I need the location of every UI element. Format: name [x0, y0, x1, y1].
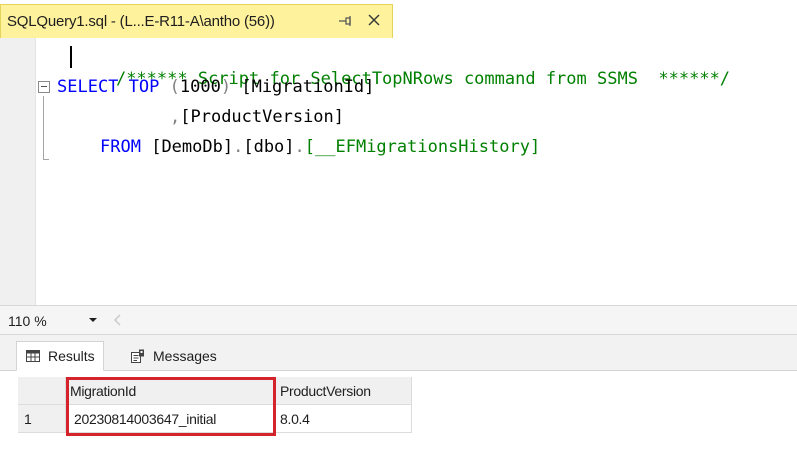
paren-close: )	[220, 77, 232, 97]
column-productversion: [ProductVersion]	[180, 107, 345, 127]
text-caret	[70, 46, 72, 68]
close-icon[interactable]	[365, 11, 383, 29]
horizontal-scrollbar[interactable]	[128, 316, 797, 326]
dot-separator: .	[233, 137, 244, 157]
pin-icon[interactable]	[337, 13, 353, 29]
outline-guide	[43, 96, 44, 160]
top-number: 1000	[179, 77, 221, 97]
cell-migrationid[interactable]: 20230814003647_initial	[66, 405, 276, 433]
grid-corner[interactable]	[18, 377, 66, 405]
scroll-left-icon[interactable]	[113, 314, 123, 326]
comma: ,	[170, 107, 181, 127]
results-panel: Results Messages MigrationId ProductVers…	[0, 335, 797, 467]
keyword-select: SELECT	[57, 77, 119, 97]
column-migrationid: [MigrationId]	[241, 77, 375, 97]
grid-icon	[26, 350, 40, 362]
results-tab-strip: Results Messages	[0, 335, 797, 371]
code-line-column: ,[ProductVersion]	[170, 106, 344, 128]
zoom-level[interactable]: 110 %	[8, 313, 47, 329]
document-tab-title: SQLQuery1.sql - (L...E-R11-A\antho (56))	[7, 13, 275, 30]
table-name: [__EFMigrationsHistory]	[304, 137, 541, 157]
messages-icon	[131, 349, 144, 363]
keyword-top: TOP	[128, 77, 160, 97]
column-header-productversion[interactable]: ProductVersion	[276, 377, 412, 405]
document-tab-strip: SQLQuery1.sql - (L...E-R11-A\antho (56))	[0, 0, 797, 38]
keyword-from: FROM	[100, 137, 141, 157]
selection-margin	[0, 38, 36, 305]
tab-results-label: Results	[48, 348, 95, 364]
cell-productversion[interactable]: 8.0.4	[276, 405, 412, 433]
database-name: [DemoDb]	[151, 137, 234, 157]
collapse-icon[interactable]	[38, 81, 50, 93]
tab-results[interactable]: Results	[16, 341, 104, 371]
code-line-from: FROM [DemoDb].[dbo].[__EFMigrationsHisto…	[100, 136, 540, 158]
dot-separator: .	[294, 137, 305, 157]
document-tab[interactable]: SQLQuery1.sql - (L...E-R11-A\antho (56))	[0, 4, 393, 38]
tab-messages-label: Messages	[153, 348, 217, 364]
chevron-down-icon[interactable]	[88, 315, 98, 325]
tab-messages[interactable]: Messages	[122, 341, 225, 371]
paren-open: (	[169, 77, 180, 97]
query-editor[interactable]: /****** Script for SelectTopNRows comman…	[0, 38, 797, 305]
column-header-migrationid[interactable]: MigrationId	[66, 377, 276, 405]
code-line-select: SELECT TOP (1000) [MigrationId]	[57, 76, 374, 98]
schema-name: [dbo]	[243, 137, 295, 157]
outline-guide-end	[43, 159, 49, 160]
row-number[interactable]: 1	[18, 405, 66, 433]
zoom-bar: 110 %	[0, 305, 797, 335]
